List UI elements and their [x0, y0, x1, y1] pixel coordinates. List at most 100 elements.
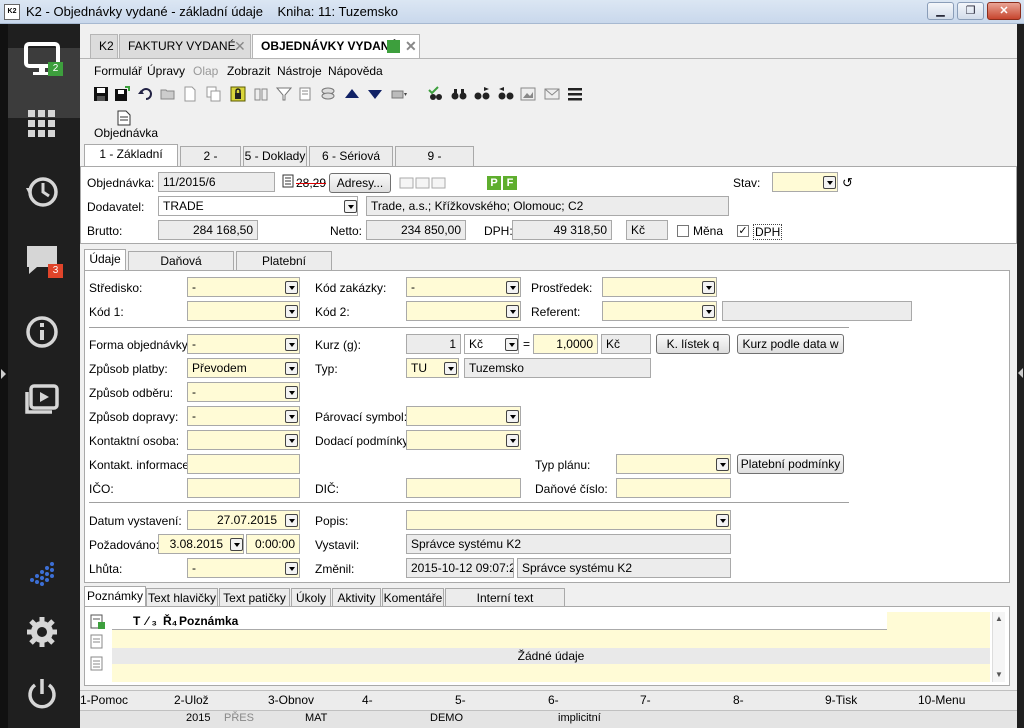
typ-dropdown-icon[interactable]	[444, 362, 457, 375]
dodaci-field[interactable]	[406, 430, 521, 450]
doc-tab-objednavky[interactable]: OBJEDNÁVKY VYDANÉ ✕	[252, 34, 420, 59]
arrow-up-icon[interactable]	[344, 86, 360, 102]
kod-zakazky-dropdown-icon[interactable]	[506, 281, 519, 294]
objednavka-toolbar-label[interactable]: Objednávka	[94, 126, 158, 140]
popis-dropdown-icon[interactable]	[716, 514, 729, 527]
section-tab-doklady[interactable]: 5 - Doklady	[243, 146, 307, 166]
k-listek-button[interactable]: K. lístek q	[656, 334, 730, 354]
section-tab-zakladni[interactable]: 1 - Základní údaje	[84, 144, 178, 179]
edit-note-icon[interactable]	[90, 634, 106, 650]
prostredek-dropdown-icon[interactable]	[702, 281, 715, 294]
save-as-icon[interactable]	[114, 86, 130, 102]
refresh-icon[interactable]: ↺	[842, 175, 853, 191]
objednavka-field[interactable]: 11/2015/6	[158, 172, 275, 192]
filter-icon[interactable]	[275, 86, 293, 102]
minimize-button[interactable]: ▁	[927, 2, 954, 20]
menu-olap[interactable]: Olap	[193, 64, 218, 78]
mena-checkbox[interactable]	[677, 225, 689, 237]
fkey-1-pomoc[interactable]: 1-Pomoc	[80, 693, 128, 707]
danove-field[interactable]	[616, 478, 731, 498]
binoculars-next-icon[interactable]	[474, 86, 490, 102]
close-tab-icon[interactable]: ✕	[234, 35, 246, 57]
prostredek-field[interactable]	[602, 277, 717, 297]
popis-field[interactable]	[406, 510, 731, 530]
stredisko-field[interactable]: -	[187, 277, 300, 297]
new-note-icon[interactable]	[90, 614, 106, 630]
kod2-dropdown-icon[interactable]	[506, 305, 519, 318]
bottom-tab-text-hlavicky[interactable]: Text hlavičky	[146, 588, 218, 608]
bottom-tab-komentare[interactable]: Komentáře	[382, 588, 444, 608]
menu-upravy[interactable]: Úpravy	[147, 64, 185, 78]
scroll-up-icon[interactable]: ▲	[995, 614, 1003, 623]
datum-field[interactable]: 27.07.2015	[187, 510, 300, 530]
zpusob-dopravy-dropdown-icon[interactable]	[285, 410, 298, 423]
bottom-tab-poznamky[interactable]: Poznámky	[84, 586, 146, 608]
adresy-button[interactable]: Adresy...	[329, 173, 391, 193]
mail-icon[interactable]	[544, 86, 560, 102]
arrow-down-icon[interactable]	[367, 86, 383, 102]
fkey-5[interactable]: 5-	[455, 693, 466, 707]
stredisko-dropdown-icon[interactable]	[285, 281, 298, 294]
bottom-tab-interni-text[interactable]: Interní text dodavatele	[445, 588, 565, 623]
image-icon[interactable]	[520, 86, 536, 102]
maximize-button[interactable]: ❐	[957, 2, 984, 20]
ico-field[interactable]	[187, 478, 300, 498]
save-icon[interactable]	[93, 86, 109, 102]
kurz-currency-dropdown-icon[interactable]	[505, 338, 518, 351]
stav-dropdown-icon[interactable]	[823, 176, 836, 189]
forma-field[interactable]: -	[187, 334, 300, 354]
power-icon[interactable]	[22, 674, 62, 714]
zpusob-platby-field[interactable]: Převodem	[187, 358, 300, 378]
dodavatel-field[interactable]: TRADE	[158, 196, 358, 216]
menu-formular[interactable]: Formulář	[94, 64, 142, 78]
list-filter-icon[interactable]	[298, 86, 314, 102]
bottom-tab-ukoly[interactable]: Úkoly	[291, 588, 331, 608]
lhuta-dropdown-icon[interactable]	[285, 562, 298, 575]
dph-checkbox[interactable]: ✓	[737, 225, 749, 237]
scroll-down-icon[interactable]: ▼	[995, 670, 1003, 679]
pozadovano-dropdown-icon[interactable]	[230, 538, 243, 551]
inner-tab-udaje[interactable]: Údaje	[84, 249, 126, 271]
section-tab-seriova[interactable]: 6 - Sériová čísla	[309, 146, 393, 181]
forma-dropdown-icon[interactable]	[285, 338, 298, 351]
book-icon[interactable]	[253, 86, 269, 102]
typ-planu-dropdown-icon[interactable]	[716, 458, 729, 471]
menu-napoveda[interactable]: Nápověda	[328, 64, 383, 78]
zpusob-platby-dropdown-icon[interactable]	[285, 362, 298, 375]
bottom-tab-text-paticky[interactable]: Text patičky	[219, 588, 290, 608]
pozadovano-time-field[interactable]: 0:00:00	[246, 534, 300, 554]
kod1-dropdown-icon[interactable]	[285, 305, 298, 318]
close-window-button[interactable]: ✕	[987, 2, 1021, 20]
kod-zakazky-field[interactable]: -	[406, 277, 521, 297]
dodavatel-dropdown-icon[interactable]	[344, 200, 357, 213]
copy-icon[interactable]	[206, 86, 222, 102]
inner-tab-platebni[interactable]: Platební podmínky	[236, 251, 332, 286]
delete-note-icon[interactable]	[90, 656, 106, 672]
kontakt-info-field[interactable]	[187, 454, 300, 474]
kontaktni-osoba-dropdown-icon[interactable]	[285, 434, 298, 447]
lock-icon[interactable]	[230, 86, 246, 102]
platebni-podminky-button[interactable]: Platební podmínky	[737, 454, 844, 474]
doc-tab-k2[interactable]: K2	[90, 34, 118, 58]
parovaci-dropdown-icon[interactable]	[506, 410, 519, 423]
new-doc-icon[interactable]	[182, 86, 198, 102]
desktop-icon[interactable]: 2	[22, 40, 63, 80]
binoculars-prev-icon[interactable]	[498, 86, 514, 102]
binoculars-check-icon[interactable]	[428, 86, 444, 102]
history-icon[interactable]	[22, 172, 62, 212]
apps-grid-icon[interactable]	[22, 104, 62, 144]
kod2-field[interactable]	[406, 301, 521, 321]
print-dropdown-icon[interactable]	[391, 86, 407, 102]
fkey-4[interactable]: 4-	[362, 693, 373, 707]
section-tab-dokumenty[interactable]: 9 - Dokumenty	[395, 146, 474, 181]
referent-dropdown-icon[interactable]	[702, 305, 715, 318]
datum-dropdown-icon[interactable]	[285, 514, 298, 527]
zpusob-odberu-dropdown-icon[interactable]	[285, 386, 298, 399]
lhuta-field[interactable]: -	[187, 558, 300, 578]
doc-tab-faktury[interactable]: FAKTURY VYDANÉ ✕	[119, 34, 251, 58]
menu-zobrazit[interactable]: Zobrazit	[227, 64, 270, 78]
info-icon[interactable]	[22, 312, 62, 352]
kurz-value-field[interactable]: 1,0000	[533, 334, 598, 354]
bottom-tab-aktivity[interactable]: Aktivity	[332, 588, 381, 608]
inner-tab-danova[interactable]: Daňová rekapitulace	[128, 251, 234, 286]
